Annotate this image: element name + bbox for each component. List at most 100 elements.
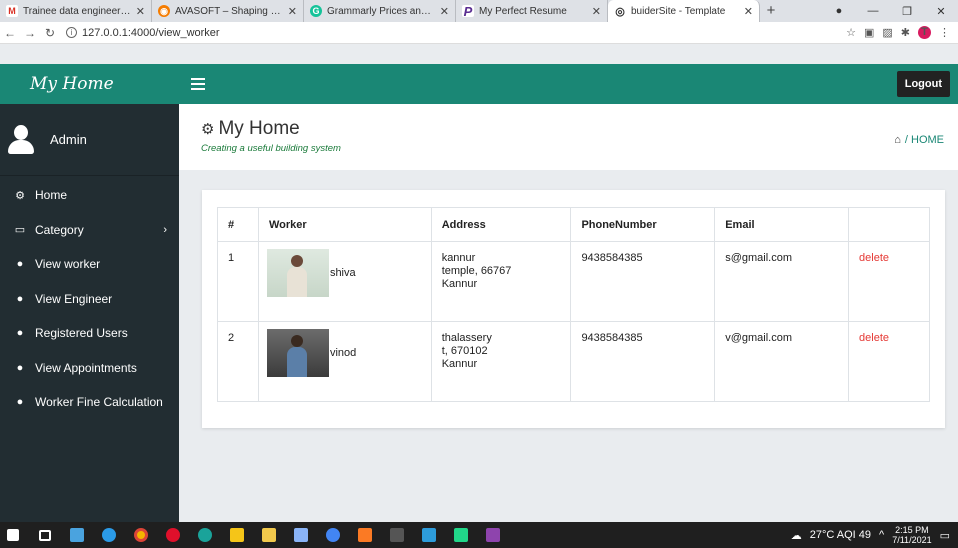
- weather-icon: ☁: [790, 529, 802, 542]
- close-icon[interactable]: ✕: [288, 5, 297, 18]
- system-tray: ☁ 27°C AQI 49 ^ 2:15 PM 7/11/2021 ▭: [791, 525, 958, 545]
- puzzle-icon[interactable]: ✱: [901, 26, 910, 39]
- internet-explorer-icon[interactable]: [96, 522, 122, 548]
- browser-tab[interactable]: ◉ AVASOFT – Shaping Next ✕: [152, 0, 304, 22]
- sidebar-item-label: View Engineer: [35, 291, 113, 306]
- taskbar: ☁ 27°C AQI 49 ^ 2:15 PM 7/11/2021 ▭: [0, 522, 958, 548]
- page-title: ⚙ My Home: [201, 118, 300, 140]
- url-text: 127.0.0.1:4000/view_worker: [82, 26, 220, 39]
- user-name: Admin: [50, 132, 87, 147]
- store-icon[interactable]: [224, 522, 250, 548]
- sidebar: My Home Admin ⚙ Home ▭ Category › ● View wor…: [0, 64, 179, 522]
- info-icon[interactable]: i: [66, 27, 77, 38]
- home-icon[interactable]: ⌂: [894, 134, 901, 146]
- extension-icon[interactable]: ▨: [882, 26, 892, 39]
- pycharm-icon[interactable]: [448, 522, 474, 548]
- winrar-icon[interactable]: [480, 522, 506, 548]
- sidebar-item-label: Category: [35, 222, 84, 237]
- gmail-icon: M: [6, 5, 18, 17]
- forward-icon[interactable]: →: [20, 26, 40, 40]
- sidebar-item-worker-fine-calculation[interactable]: ● Worker Fine Calculation: [0, 385, 179, 420]
- action-cell: delete: [848, 321, 930, 402]
- globe-icon: ●: [16, 396, 24, 409]
- tab-title: Trainee data engineer - th: [23, 5, 132, 17]
- opera-icon[interactable]: [160, 522, 186, 548]
- extensions-bar: ☆ ▣ ▨ ✱ T ⋮: [846, 26, 958, 39]
- back-icon[interactable]: ←: [0, 26, 20, 40]
- close-window-icon[interactable]: ✕: [924, 5, 958, 18]
- tab-title: AVASOFT – Shaping Next: [175, 5, 284, 17]
- file-explorer-icon[interactable]: [256, 522, 282, 548]
- mail-icon[interactable]: [64, 522, 90, 548]
- clock[interactable]: 2:15 PM 7/11/2021: [892, 525, 931, 545]
- sidebar-item-view-worker[interactable]: ● View worker: [0, 247, 179, 282]
- browser-tab[interactable]: P My Perfect Resume ✕: [456, 0, 608, 22]
- maximize-icon[interactable]: ❐: [890, 5, 924, 18]
- windows-start-icon[interactable]: [0, 522, 26, 548]
- email-cell: v@gmail.com: [714, 321, 850, 402]
- close-icon[interactable]: ✕: [440, 5, 449, 18]
- phone-cell: 9438584385: [570, 241, 716, 322]
- sidebar-item-home[interactable]: ⚙ Home: [0, 178, 179, 213]
- chrome-active-icon[interactable]: [320, 522, 346, 548]
- sidebar-item-registered-users[interactable]: ● Registered Users: [0, 316, 179, 351]
- arrow-app-icon[interactable]: [416, 522, 442, 548]
- sidebar-item-view-engineer[interactable]: ● View Engineer: [0, 282, 179, 317]
- minimize-icon[interactable]: —: [856, 5, 890, 17]
- email-cell: s@gmail.com: [714, 241, 850, 322]
- brand-logo[interactable]: My Home: [0, 64, 179, 104]
- sidebar-item-label: Home: [35, 188, 68, 203]
- address-bar: ← → ↻ i 127.0.0.1:4000/view_worker ☆ ▣ ▨ …: [0, 22, 958, 44]
- chrome-icon[interactable]: [128, 522, 154, 548]
- hamburger-menu-icon[interactable]: [191, 78, 205, 90]
- weather-text[interactable]: 27°C AQI 49: [810, 529, 871, 541]
- browser-tab[interactable]: G Grammarly Prices and Pla ✕: [304, 0, 456, 22]
- page-title-text: My Home: [218, 118, 300, 139]
- address-line: thalassery: [441, 332, 492, 344]
- record-icon[interactable]: ●: [822, 5, 856, 17]
- edge-icon[interactable]: [192, 522, 218, 548]
- row-number: 2: [217, 321, 259, 402]
- browser-tab-bar: M Trainee data engineer - th ✕ ◉ AVASOFT – …: [0, 0, 958, 22]
- delete-link[interactable]: delete: [859, 332, 889, 344]
- column-header: Address: [430, 207, 572, 242]
- delete-link[interactable]: delete: [859, 252, 889, 264]
- sidebar-item-label: View Appointments: [35, 360, 137, 375]
- sticky-notes-icon[interactable]: [288, 522, 314, 548]
- notification-icon[interactable]: ▭: [940, 529, 950, 542]
- xampp-icon[interactable]: [352, 522, 378, 548]
- address-line: t, 670102: [441, 345, 488, 357]
- star-icon[interactable]: ☆: [846, 26, 856, 39]
- dashboard-icon: ⚙: [201, 121, 215, 138]
- globe-icon: ◎: [614, 5, 626, 18]
- sidebar-item-label: Worker Fine Calculation: [35, 395, 163, 410]
- row-number: 1: [217, 241, 259, 322]
- resume-icon: P: [462, 3, 474, 19]
- column-header: [848, 207, 930, 242]
- profile-avatar[interactable]: T: [918, 26, 931, 39]
- close-icon[interactable]: ✕: [136, 5, 145, 18]
- menu-dots-icon[interactable]: ⋮: [939, 26, 950, 39]
- table-row: 2 vinod thalassery t, 670102 Kannur 9438…: [217, 321, 930, 402]
- browser-tab-active[interactable]: ◎ buiderSite - Template ✕: [608, 0, 760, 22]
- worker-cell: shiva: [257, 241, 432, 322]
- new-tab-button[interactable]: +: [760, 0, 782, 22]
- breadcrumb-home[interactable]: HOME: [911, 134, 944, 146]
- terminal-icon[interactable]: [384, 522, 410, 548]
- close-icon[interactable]: ✕: [592, 5, 601, 18]
- sidebar-item-view-appointments[interactable]: ● View Appointments: [0, 351, 179, 386]
- reload-icon[interactable]: ↻: [40, 26, 60, 40]
- browser-tab[interactable]: M Trainee data engineer - th ✕: [0, 0, 152, 22]
- worker-photo: [266, 329, 329, 377]
- logout-button[interactable]: Logout: [896, 71, 950, 97]
- sidebar-item-category[interactable]: ▭ Category ›: [0, 213, 179, 248]
- task-view-icon[interactable]: [32, 522, 58, 548]
- content-header: ⚙ My Home Creating a useful building syst…: [179, 104, 958, 170]
- chevron-up-icon[interactable]: ^: [879, 529, 884, 541]
- user-icon: [8, 124, 34, 155]
- extension-icon[interactable]: ▣: [864, 26, 874, 39]
- workers-table: # Worker Address PhoneNumber Email 1 shi…: [217, 207, 930, 402]
- url-field[interactable]: i 127.0.0.1:4000/view_worker: [66, 27, 220, 39]
- close-icon[interactable]: ✕: [744, 5, 753, 18]
- column-header: #: [217, 207, 259, 242]
